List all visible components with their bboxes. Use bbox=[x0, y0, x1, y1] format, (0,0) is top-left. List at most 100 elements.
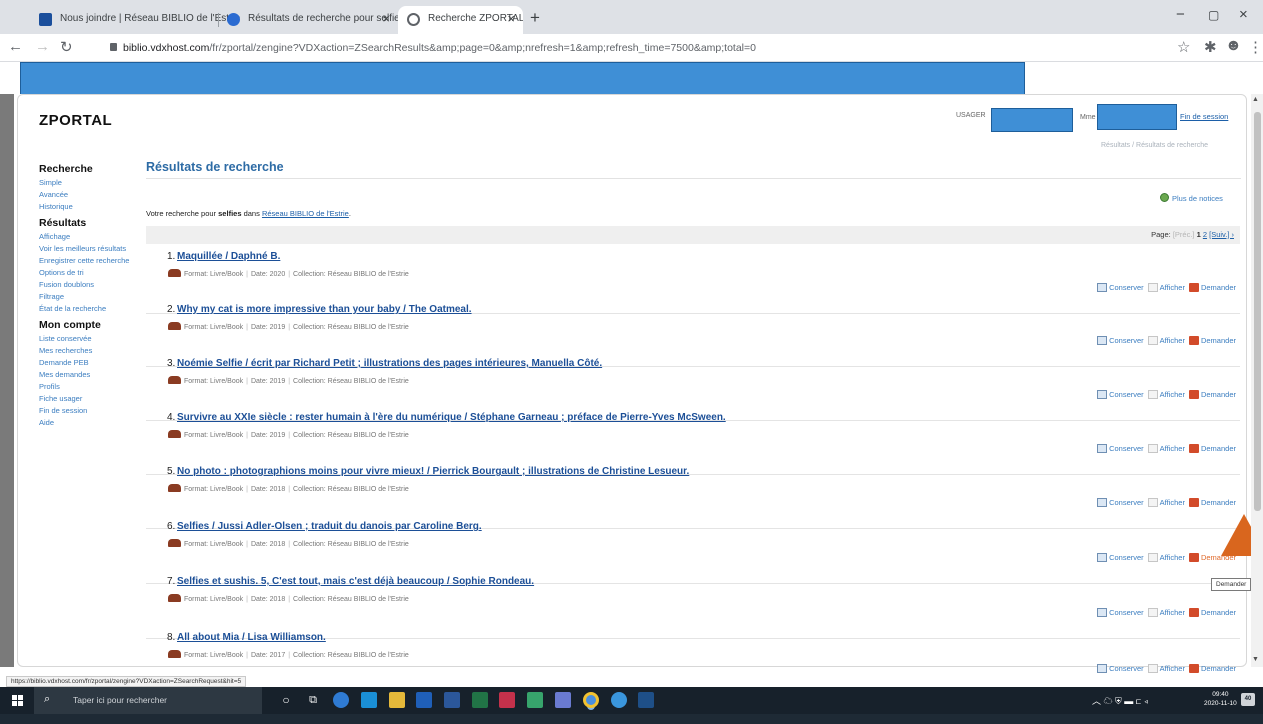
pager-page-2[interactable]: 2 bbox=[1203, 230, 1207, 239]
sidebar-item-help[interactable]: Aide bbox=[39, 418, 139, 427]
profile-icon[interactable]: ☻ bbox=[1225, 37, 1242, 55]
store-app-icon[interactable] bbox=[361, 692, 377, 708]
notification-center-icon[interactable]: 40 bbox=[1241, 693, 1255, 706]
sidebar-item-logout[interactable]: Fin de session bbox=[39, 406, 139, 415]
result-title-link[interactable]: Selfies et sushis. 5, C'est tout, mais c… bbox=[177, 576, 534, 587]
show-button[interactable]: Afficher bbox=[1147, 390, 1185, 399]
menu-icon[interactable]: ⋮ bbox=[1248, 38, 1263, 56]
show-button[interactable]: Afficher bbox=[1147, 283, 1185, 292]
keep-button[interactable]: Conserver bbox=[1097, 390, 1144, 399]
keep-button[interactable]: Conserver bbox=[1097, 553, 1144, 562]
access-icon[interactable] bbox=[499, 692, 515, 708]
sidebar-item-merge-duplicates[interactable]: Fusion doublons bbox=[39, 280, 139, 289]
sidebar-item-profiles[interactable]: Profils bbox=[39, 382, 139, 391]
keep-button[interactable]: Conserver bbox=[1097, 283, 1144, 292]
sidebar-item-saved-list[interactable]: Liste conservée bbox=[39, 334, 139, 343]
excel-icon[interactable] bbox=[472, 692, 488, 708]
request-button[interactable]: Demander bbox=[1188, 283, 1236, 292]
app-icon[interactable] bbox=[611, 692, 627, 708]
taskbar-search[interactable]: ⌕ Taper ici pour rechercher bbox=[34, 687, 262, 714]
show-button[interactable]: Afficher bbox=[1147, 336, 1185, 345]
result-title-link[interactable]: Noémie Selfie / écrit par Richard Petit … bbox=[177, 358, 602, 369]
address-bar[interactable]: biblio.vdxhost.com/fr/zportal/zengine?VD… bbox=[110, 38, 1150, 59]
extensions-icon[interactable]: ✱ bbox=[1204, 38, 1217, 56]
request-button[interactable]: Demander bbox=[1188, 444, 1236, 453]
task-view-icon[interactable]: ⧉ bbox=[305, 692, 321, 708]
browser-tab-active[interactable]: Recherche ZPORTAL × bbox=[398, 6, 523, 34]
close-tab-icon[interactable]: × bbox=[507, 6, 515, 32]
taskbar-clock[interactable]: 09:40 2020-11-10 bbox=[1204, 690, 1237, 708]
close-tab-icon[interactable]: × bbox=[382, 6, 390, 32]
sidebar-item-sort-options[interactable]: Options de tri bbox=[39, 268, 139, 277]
sidebar-item-advanced[interactable]: Avancée bbox=[39, 190, 139, 199]
keep-button[interactable]: Conserver bbox=[1097, 664, 1144, 673]
browser-tab[interactable]: Résultats de recherche pour selfies × bbox=[218, 6, 398, 34]
browser-tab[interactable]: Nous joindre | Réseau BIBLIO de l'Estrie… bbox=[30, 6, 242, 34]
sidebar-item-display[interactable]: Affichage bbox=[39, 232, 139, 241]
sidebar-item-save-search[interactable]: Enregistrer cette recherche bbox=[39, 256, 139, 265]
sidebar-item-user-record[interactable]: Fiche usager bbox=[39, 394, 139, 403]
result-title-link[interactable]: Selfies / Jussi Adler-Olsen ; traduit du… bbox=[177, 521, 482, 532]
result-title-link[interactable]: Maquillée / Daphné B. bbox=[177, 251, 280, 262]
bookmark-star-icon[interactable]: ☆ bbox=[1177, 38, 1190, 56]
document-icon bbox=[1147, 283, 1158, 292]
window-close-icon[interactable]: × bbox=[1239, 6, 1248, 23]
logout-link[interactable]: Fin de session bbox=[1180, 112, 1228, 121]
more-notices-link[interactable]: Plus de notices bbox=[1160, 193, 1223, 203]
outlook-icon[interactable] bbox=[416, 692, 432, 708]
request-button[interactable]: Demander bbox=[1188, 336, 1236, 345]
sidebar-item-best-results[interactable]: Voir les meilleurs résultats bbox=[39, 244, 139, 253]
show-button[interactable]: Afficher bbox=[1147, 444, 1185, 453]
show-button[interactable]: Afficher bbox=[1147, 498, 1185, 507]
keep-button[interactable]: Conserver bbox=[1097, 444, 1144, 453]
minimize-icon[interactable]: − bbox=[1176, 6, 1185, 23]
request-button[interactable]: Demander bbox=[1188, 390, 1236, 399]
request-button[interactable]: Demander bbox=[1188, 498, 1236, 507]
pager-next[interactable]: [Suiv.] › bbox=[1209, 230, 1234, 239]
scroll-down-icon[interactable]: ▼ bbox=[1252, 656, 1259, 663]
meta-separator: | bbox=[288, 486, 291, 493]
keep-button[interactable]: Conserver bbox=[1097, 498, 1144, 507]
result-title-link[interactable]: All about Mia / Lisa Williamson. bbox=[177, 632, 326, 643]
sidebar-item-simple[interactable]: Simple bbox=[39, 178, 139, 187]
sidebar-item-my-searches[interactable]: Mes recherches bbox=[39, 346, 139, 355]
edge-icon[interactable] bbox=[333, 692, 349, 708]
windows-start-icon[interactable] bbox=[12, 695, 23, 706]
result-title-link[interactable]: Survivre au XXIe siècle : rester humain … bbox=[177, 412, 726, 423]
result-format: Format: Livre/Book bbox=[184, 596, 244, 603]
sidebar-item-my-requests[interactable]: Mes demandes bbox=[39, 370, 139, 379]
paint-icon[interactable] bbox=[555, 692, 571, 708]
keep-button[interactable]: Conserver bbox=[1097, 608, 1144, 617]
back-icon[interactable]: ← bbox=[8, 38, 23, 55]
new-tab-icon[interactable]: + bbox=[530, 8, 540, 28]
request-button[interactable]: Demander bbox=[1188, 608, 1236, 617]
result-title-link[interactable]: Why my cat is more impressive than your … bbox=[177, 304, 472, 315]
document-icon bbox=[1147, 608, 1158, 617]
catalog-link[interactable]: Réseau BIBLIO de l'Estrie bbox=[262, 209, 349, 218]
maximize-icon[interactable]: ▢ bbox=[1208, 8, 1219, 22]
word-icon[interactable] bbox=[444, 692, 460, 708]
show-button[interactable]: Afficher bbox=[1147, 553, 1185, 562]
chrome-icon[interactable] bbox=[583, 692, 599, 708]
scroll-up-icon[interactable]: ▲ bbox=[1252, 96, 1259, 103]
search-term: selfies bbox=[218, 209, 242, 218]
forward-icon[interactable]: → bbox=[35, 38, 50, 55]
show-button[interactable]: Afficher bbox=[1147, 664, 1185, 673]
redaction-box bbox=[1097, 104, 1177, 130]
publisher-icon[interactable] bbox=[527, 692, 543, 708]
sidebar-item-history[interactable]: Historique bbox=[39, 202, 139, 211]
scrollbar-thumb[interactable] bbox=[1254, 112, 1261, 511]
request-button[interactable]: Demander bbox=[1188, 664, 1236, 673]
app-icon[interactable] bbox=[638, 692, 654, 708]
sidebar-item-search-status[interactable]: État de la recherche bbox=[39, 304, 139, 313]
keep-button[interactable]: Conserver bbox=[1097, 336, 1144, 345]
show-button[interactable]: Afficher bbox=[1147, 608, 1185, 617]
cortana-icon[interactable]: ○ bbox=[278, 692, 294, 708]
result-collection: Collection: Réseau BIBLIO de l'Estrie bbox=[293, 652, 409, 659]
system-tray[interactable]: ︿ ☁ ⛨ ▬ ⊏ ◃ bbox=[1092, 694, 1148, 707]
file-explorer-icon[interactable] bbox=[389, 692, 405, 708]
sidebar-item-filtering[interactable]: Filtrage bbox=[39, 292, 139, 301]
reload-icon[interactable]: ↻ bbox=[60, 38, 73, 56]
result-title-link[interactable]: No photo : photographions moins pour viv… bbox=[177, 466, 689, 477]
sidebar-item-ill-request[interactable]: Demande PEB bbox=[39, 358, 139, 367]
